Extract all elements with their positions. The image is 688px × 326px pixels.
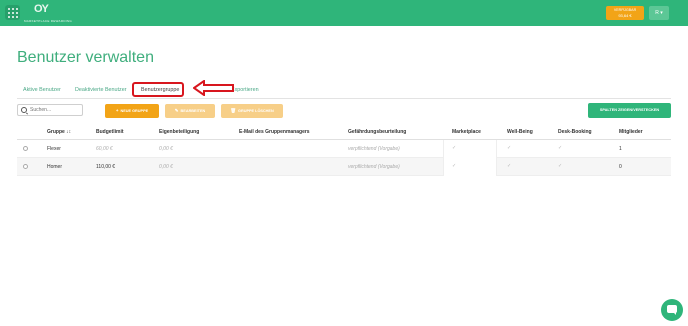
cell-risk: verpflichtend (Vorgabe) [348, 146, 400, 152]
col-risk-assessment[interactable]: Gefährdungsbeurteilung [348, 129, 406, 135]
budget-value: 93,64 € [618, 13, 632, 18]
page-title: Benutzer verwalten [17, 49, 154, 66]
col-budget[interactable]: Budgetlimit [96, 129, 124, 135]
new-group-button[interactable]: + NEUE GRUPPE [105, 104, 159, 118]
tab-deactivated-users[interactable]: Deaktivierte Benutzer [75, 87, 127, 93]
cell-own-share: 0,00 € [159, 164, 173, 170]
chat-button[interactable] [661, 299, 683, 321]
search-icon [21, 107, 27, 113]
table-row[interactable]: Flexer 60,00 € 0,00 € verpflichtend (Vor… [17, 140, 671, 158]
top-bar: OY MARKETPLACE REWARDING VERFÜGBAR 93,64… [0, 0, 688, 26]
left-arrow-annotation-icon [193, 80, 234, 96]
cell-members: 1 [619, 146, 622, 152]
marketplace-check-icon: ✓ [452, 145, 457, 151]
cell-members: 0 [619, 164, 622, 170]
budget-badge[interactable]: VERFÜGBAR 93,64 € [606, 6, 644, 20]
wellbeing-check-icon: ✓ [507, 145, 512, 151]
cell-budget: 60,00 € [96, 146, 113, 152]
cell-group: Homer [47, 164, 63, 170]
marketplace-check-icon: ✓ [452, 163, 457, 169]
app-grid-icon[interactable] [5, 5, 20, 20]
plus-icon: + [115, 108, 119, 113]
pencil-icon: ✎ [174, 108, 179, 113]
chat-bubble-icon [667, 305, 677, 315]
tab-bar: Aktive Benutzer Deaktivierte Benutzer Be… [17, 83, 671, 99]
desk-check-icon: ✓ [558, 163, 563, 169]
col-marketplace[interactable]: Marketplace [452, 129, 481, 135]
cell-group: Flexer [47, 146, 61, 152]
col-group[interactable]: Gruppe ↓↕ [47, 129, 71, 135]
tab-active-users[interactable]: Aktive Benutzer [23, 87, 61, 93]
toggle-columns-button[interactable]: SPALTEN ZEIGEN/VERSTECKEN [588, 103, 671, 118]
edit-button[interactable]: ✎ BEARBEITEN [165, 104, 215, 118]
col-own-share[interactable]: Eigenbeteiligung [159, 129, 199, 135]
toolbar: +NEUE GRUPPE ✎BEARBEITEN 🗑GRUPPE LÖSCHEN… [17, 103, 671, 118]
col-manager-email[interactable]: E-Mail des Gruppenmanagers [239, 129, 310, 135]
delete-group-label: GRUPPE LÖSCHEN [238, 109, 274, 113]
search-input[interactable] [30, 105, 82, 115]
tab-highlight-box [132, 82, 184, 97]
desk-check-icon: ✓ [558, 145, 563, 151]
cell-risk: verpflichtend (Vorgabe) [348, 164, 400, 170]
col-members[interactable]: Mitglieder [619, 129, 643, 135]
row-select-radio[interactable] [23, 146, 28, 151]
user-menu-button[interactable]: R ▾ [649, 6, 669, 20]
cell-own-share: 0,00 € [159, 146, 173, 152]
table-header: Gruppe ↓↕ Budgetlimit Eigenbeteiligung E… [17, 124, 671, 140]
logo-mark: OY [34, 3, 49, 15]
trash-icon: 🗑 [230, 108, 237, 113]
budget-label: VERFÜGBAR [613, 8, 637, 12]
col-wellbeing[interactable]: Well-Being [507, 129, 533, 135]
search-box[interactable] [17, 104, 83, 116]
wellbeing-check-icon: ✓ [507, 163, 512, 169]
groups-table: Gruppe ↓↕ Budgetlimit Eigenbeteiligung E… [17, 124, 671, 176]
new-group-label: NEUE GRUPPE [120, 109, 149, 113]
delete-group-button[interactable]: 🗑 GRUPPE LÖSCHEN [221, 104, 283, 118]
table-row[interactable]: Homer 110,00 € 0,00 € verpflichtend (Vor… [17, 158, 671, 176]
cell-budget: 110,00 € [96, 164, 116, 170]
row-select-radio[interactable] [23, 164, 28, 169]
col-desk-booking[interactable]: Desk-Booking [558, 129, 592, 135]
edit-label: BEARBEITEN [180, 109, 206, 113]
logo-text: MARKETPLACE REWARDING [24, 19, 73, 23]
tab-export[interactable]: Exportieren [231, 87, 259, 93]
